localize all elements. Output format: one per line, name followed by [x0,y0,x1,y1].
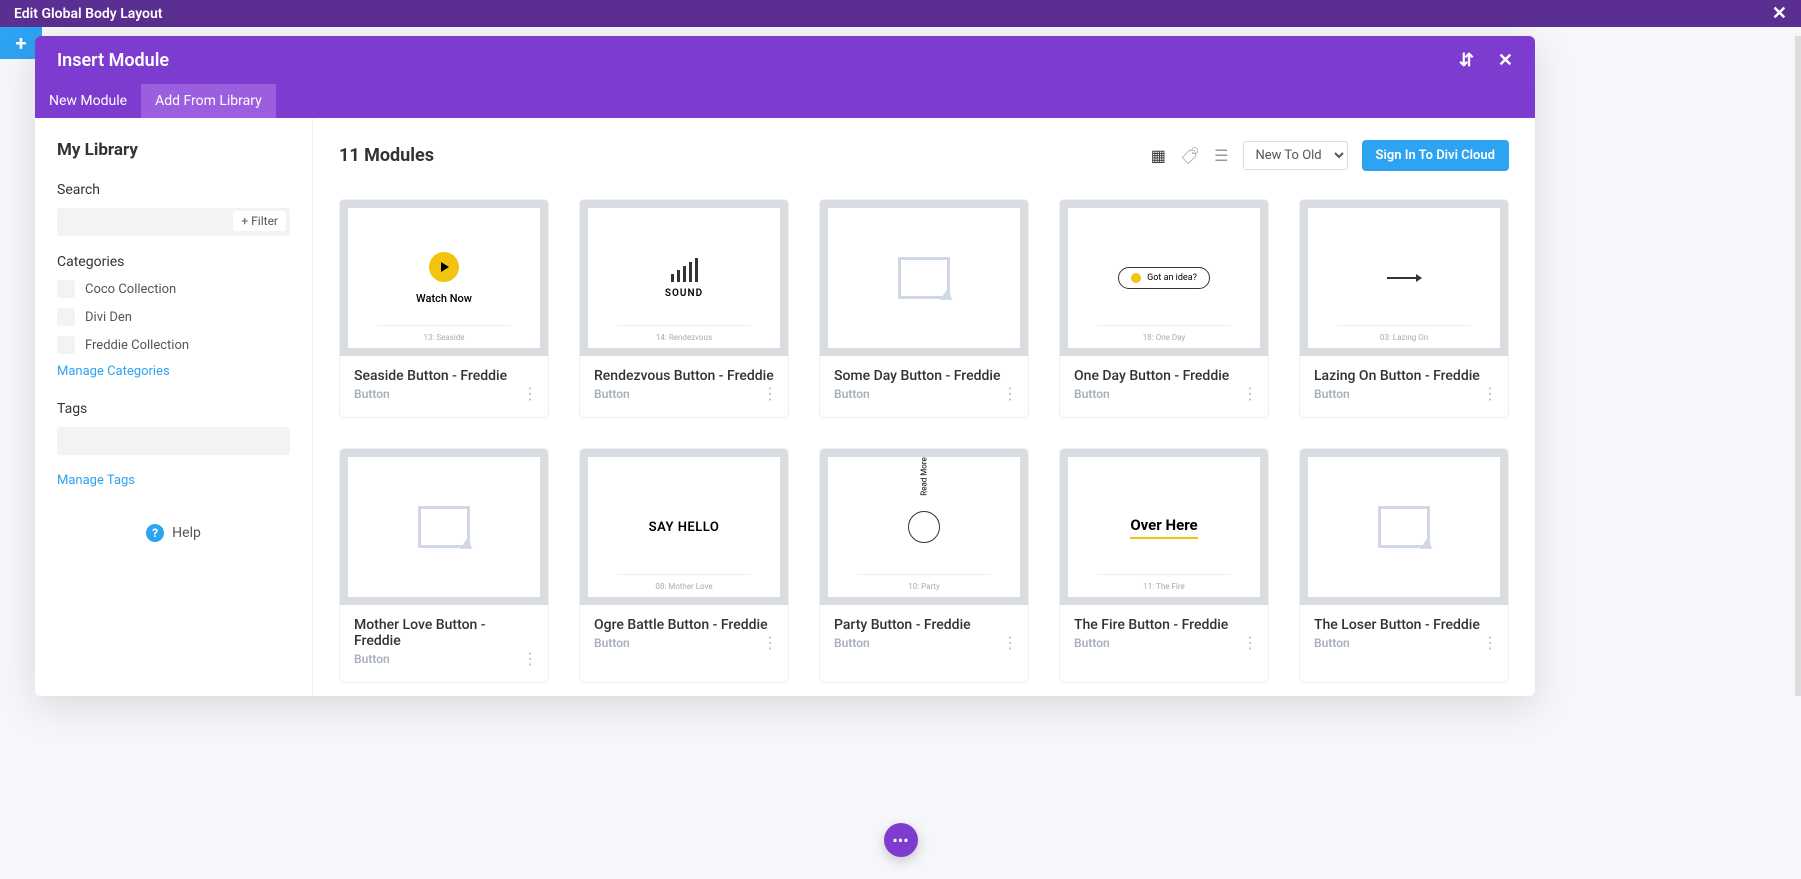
category-item[interactable]: Coco Collection [57,280,290,298]
module-title: Party Button - Freddie [834,617,1014,633]
module-card[interactable]: The Loser Button - Freddie Button⋮ [1299,448,1509,683]
category-item[interactable]: Divi Den [57,308,290,326]
manage-tags-link[interactable]: Manage Tags [57,473,290,488]
module-title: Some Day Button - Freddie [834,368,1014,384]
module-title: Ogre Battle Button - Freddie [594,617,774,633]
module-title: Mother Love Button - Freddie [354,617,534,649]
manage-categories-link[interactable]: Manage Categories [57,364,290,379]
module-type: Button [1314,636,1494,650]
more-options-icon[interactable]: ⋮ [522,649,538,668]
module-title: The Fire Button - Freddie [1074,617,1254,633]
module-type: Button [1314,387,1494,401]
insert-module-modal: Insert Module ⇵ ✕ New Module Add From Li… [35,36,1535,696]
search-input[interactable]: + Filter [57,208,290,236]
scrollbar[interactable] [1795,36,1801,696]
more-options-icon[interactable]: ⋮ [762,384,778,403]
module-thumbnail: SOUND14: Rendezvous [580,200,788,356]
module-card[interactable]: Watch Now13: Seaside Seaside Button - Fre… [339,199,549,418]
module-card[interactable]: Read More10: Party Party Button - Freddie… [819,448,1029,683]
module-type: Button [594,387,774,401]
checkbox[interactable] [57,336,75,354]
module-thumbnail [820,200,1028,356]
module-thumbnail: Watch Now13: Seaside [340,200,548,356]
module-type: Button [354,387,534,401]
categories-label: Categories [57,254,290,270]
module-type: Button [594,636,774,650]
module-type: Button [354,652,534,666]
sidebar: My Library Search + Filter Categories Co… [35,118,313,696]
module-title: Seaside Button - Freddie [354,368,534,384]
modal-tabs: New Module Add From Library [35,84,1535,118]
help-icon: ? [146,524,164,542]
tag-view-icon[interactable]: 🏷 [1181,145,1200,165]
tags-label: Tags [57,401,290,417]
more-options-icon[interactable]: ⋮ [1482,633,1498,652]
module-title: The Loser Button - Freddie [1314,617,1494,633]
content-area: 11 Modules ▦ 🏷 ☰ New To Old Sign In To D… [313,118,1535,696]
modal-header: Insert Module ⇵ ✕ [35,36,1535,84]
help-link[interactable]: ? Help [57,524,290,542]
module-title: Lazing On Button - Freddie [1314,368,1494,384]
module-card[interactable]: SAY HELLO08: Mother Love Ogre Battle Butt… [579,448,789,683]
module-card[interactable]: SOUND14: Rendezvous Rendezvous Button - F… [579,199,789,418]
module-thumbnail: Over Here11: The Fire [1060,449,1268,605]
module-thumbnail: Read More10: Party [820,449,1028,605]
expand-icon[interactable]: ⇵ [1459,50,1474,71]
more-options-icon[interactable]: ⋮ [1002,633,1018,652]
search-label: Search [57,182,290,198]
category-item[interactable]: Freddie Collection [57,336,290,354]
top-bar: Edit Global Body Layout ✕ [0,0,1801,27]
module-title: Rendezvous Button - Freddie [594,368,774,384]
more-options-icon[interactable]: ⋮ [522,384,538,403]
module-type: Button [1074,636,1254,650]
tab-new-module[interactable]: New Module [35,84,141,118]
module-thumbnail [340,449,548,605]
signin-button[interactable]: Sign In To Divi Cloud [1362,140,1509,171]
more-options-icon[interactable]: ⋮ [1242,384,1258,403]
close-icon[interactable]: ✕ [1772,3,1787,24]
module-card[interactable]: Some Day Button - Freddie Button⋮ [819,199,1029,418]
module-type: Button [834,636,1014,650]
list-view-icon[interactable]: ☰ [1214,146,1228,165]
module-type: Button [1074,387,1254,401]
module-card[interactable]: Over Here11: The Fire The Fire Button - F… [1059,448,1269,683]
top-bar-title: Edit Global Body Layout [14,6,162,22]
filter-button[interactable]: + Filter [233,211,286,231]
checkbox[interactable] [57,280,75,298]
module-thumbnail: SAY HELLO08: Mother Love [580,449,788,605]
module-card[interactable]: Got an idea?18: One Day One Day Button - … [1059,199,1269,418]
tags-input[interactable] [57,427,290,455]
more-options-icon[interactable]: ⋮ [1242,633,1258,652]
more-options-icon[interactable]: ⋮ [1482,384,1498,403]
module-thumbnail: Got an idea?18: One Day [1060,200,1268,356]
more-options-icon[interactable]: ⋮ [1002,384,1018,403]
modal-title: Insert Module [57,50,169,71]
close-modal-icon[interactable]: ✕ [1498,50,1513,71]
module-type: Button [834,387,1014,401]
tab-add-from-library[interactable]: Add From Library [141,84,276,118]
checkbox[interactable] [57,308,75,326]
module-title: One Day Button - Freddie [1074,368,1254,384]
sort-select[interactable]: New To Old [1243,141,1348,170]
module-card[interactable]: Mother Love Button - Freddie Button⋮ [339,448,549,683]
grid-view-icon[interactable]: ▦ [1151,146,1166,165]
sidebar-title: My Library [57,140,290,160]
module-thumbnail [1300,449,1508,605]
floating-actions-button[interactable]: ••• [884,823,918,857]
module-count: 11 Modules [339,145,434,166]
more-options-icon[interactable]: ⋮ [762,633,778,652]
module-card[interactable]: 03: Lazing On Lazing On Button - Freddie B… [1299,199,1509,418]
module-thumbnail: 03: Lazing On [1300,200,1508,356]
